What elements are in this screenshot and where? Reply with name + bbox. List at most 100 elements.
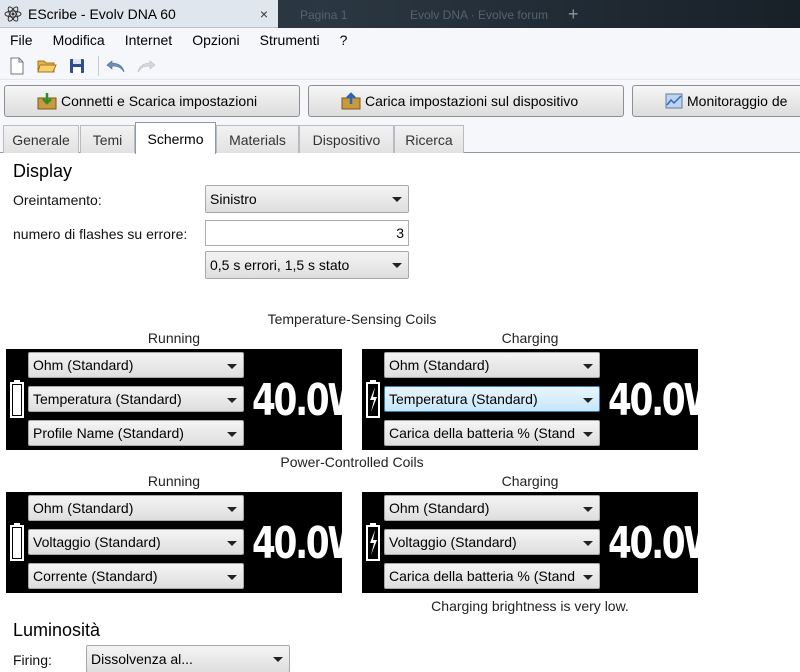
charging-brightness-note: Charging brightness is very low.	[431, 598, 629, 614]
tc-charging-screen: Ohm (Standard) Temperatura (Standard) Ca…	[362, 349, 721, 450]
menu-file[interactable]: File	[0, 32, 43, 48]
pc-charging-row2-select[interactable]: Voltaggio (Standard)	[384, 529, 600, 555]
toolbar	[0, 52, 800, 80]
flash-timing-select[interactable]: 0,5 s errori, 1,5 s stato	[205, 251, 409, 279]
flashes-label: numero di flashes su errore:	[13, 226, 188, 242]
chevron-down-icon	[227, 541, 237, 546]
menu-modifica[interactable]: Modifica	[43, 32, 115, 48]
tc-running-row1-value: Ohm (Standard)	[33, 357, 134, 373]
tab-schermo[interactable]: Schermo	[135, 122, 216, 154]
flash-timing-value: 0,5 s errori, 1,5 s stato	[210, 257, 350, 273]
tc-running-row1-select[interactable]: Ohm (Standard)	[28, 352, 244, 378]
upload-settings-label: Carica impostazioni sul dispositivo	[365, 93, 579, 109]
tc-running-watts: 40.0W	[252, 375, 365, 426]
tc-charging-row1-select[interactable]: Ohm (Standard)	[384, 352, 600, 378]
battery-icon	[10, 380, 24, 418]
brightness-section-title: Luminosità	[13, 620, 101, 640]
tc-running-row3-value: Profile Name (Standard)	[33, 425, 184, 441]
plus-icon: +	[568, 4, 579, 24]
pc-charging-screen: Ohm (Standard) Voltaggio (Standard) Cari…	[362, 492, 721, 593]
window-title: EScribe - Evolv DNA 60	[28, 5, 176, 22]
pc-running-row2-select[interactable]: Voltaggio (Standard)	[28, 529, 244, 555]
monitor-button[interactable]: Monitoraggio de	[632, 85, 800, 117]
title-bar: EScribe - Evolv DNA 60 × Pagina 1 Evolv …	[0, 0, 800, 28]
pc-charging-row3-value: Carica della batteria % (Standard)	[389, 568, 575, 584]
pc-charging-row2-value: Voltaggio (Standard)	[389, 534, 517, 550]
tc-running-row3-select[interactable]: Profile Name (Standard)	[28, 420, 244, 446]
pc-running-row3-value: Corrente (Standard)	[33, 568, 158, 584]
tc-running-row2-value: Temperatura (Standard)	[33, 391, 182, 407]
upload-settings-button[interactable]: Carica impostazioni sul dispositivo	[308, 85, 624, 117]
monitor-icon	[665, 93, 683, 109]
tab-generale[interactable]: Generale	[3, 125, 79, 153]
schermo-panel: Display Oreintamento: Sinistro numero di…	[0, 153, 800, 672]
pc-running-label: Running	[147, 473, 201, 489]
orientation-label: Oreintamento:	[13, 192, 102, 208]
open-folder-icon[interactable]	[34, 54, 60, 78]
pc-coils-title: Power-Controlled Coils	[280, 454, 424, 470]
menu-strumenti[interactable]: Strumenti	[250, 32, 330, 48]
pc-charging-label: Charging	[501, 473, 559, 489]
undo-icon[interactable]	[103, 54, 129, 78]
tab-materials[interactable]: Materials	[216, 125, 299, 153]
pc-running-watts: 40.0W	[252, 518, 365, 569]
chevron-down-icon	[227, 432, 237, 437]
connect-download-button[interactable]: Connetti e Scarica impostazioni	[4, 85, 300, 117]
tc-charging-row2-select[interactable]: Temperatura (Standard)	[384, 386, 600, 412]
pc-running-row2-value: Voltaggio (Standard)	[33, 534, 161, 550]
tc-charging-label: Charging	[501, 330, 559, 346]
save-icon[interactable]	[64, 54, 90, 78]
tc-running-label: Running	[147, 330, 201, 346]
battery-charging-icon	[366, 523, 380, 561]
tc-charging-row3-value: Carica della batteria % (Standard)	[389, 425, 575, 441]
upload-icon	[341, 92, 361, 110]
chevron-down-icon	[583, 432, 593, 437]
tab-dispositivo[interactable]: Dispositivo	[299, 125, 394, 153]
menu-internet[interactable]: Internet	[115, 32, 182, 48]
tab-ricerca[interactable]: Ricerca	[394, 125, 464, 153]
orientation-value: Sinistro	[210, 191, 257, 207]
chevron-down-icon	[583, 541, 593, 546]
chevron-down-icon	[392, 197, 402, 202]
chevron-down-icon	[227, 398, 237, 403]
action-bar: Connetti e Scarica impostazioni Carica i…	[0, 80, 800, 122]
firing-value: Dissolvenza al...	[91, 651, 193, 667]
menu-help[interactable]: ?	[330, 32, 358, 48]
background-tab-2: Evolv DNA · Evolve forum	[410, 8, 549, 22]
tc-charging-row1-value: Ohm (Standard)	[389, 357, 490, 373]
pc-running-screen: Ohm (Standard) Voltaggio (Standard) Corr…	[6, 492, 365, 593]
tc-running-row2-select[interactable]: Temperatura (Standard)	[28, 386, 244, 412]
flashes-input[interactable]: 3	[205, 220, 409, 246]
battery-icon	[10, 523, 24, 561]
tab-temi[interactable]: Temi	[80, 125, 135, 153]
atom-app-icon	[2, 3, 24, 25]
pc-running-row1-select[interactable]: Ohm (Standard)	[28, 495, 244, 521]
background-tab-1: Pagina 1	[300, 8, 348, 22]
toolbar-separator	[98, 55, 99, 76]
tc-charging-row2-value: Temperatura (Standard)	[389, 391, 538, 407]
title-area: EScribe - Evolv DNA 60 ×	[0, 0, 278, 28]
new-file-icon[interactable]	[4, 54, 30, 78]
monitor-label: Monitoraggio de	[687, 93, 788, 109]
tab-strip: Generale Temi Schermo Materials Disposit…	[0, 122, 800, 154]
chevron-down-icon	[227, 575, 237, 580]
firing-select[interactable]: Dissolvenza al...	[86, 645, 290, 672]
pc-running-row3-select[interactable]: Corrente (Standard)	[28, 563, 244, 589]
pc-charging-watts: 40.0W	[608, 518, 721, 569]
menu-opzioni[interactable]: Opzioni	[182, 32, 249, 48]
close-icon[interactable]: ×	[250, 4, 278, 24]
chevron-down-icon	[392, 263, 402, 268]
firing-label: Firing:	[13, 652, 52, 668]
chevron-down-icon	[583, 364, 593, 369]
pc-running-row1-value: Ohm (Standard)	[33, 500, 134, 516]
redo-icon[interactable]	[133, 54, 159, 78]
connect-download-label: Connetti e Scarica impostazioni	[61, 93, 258, 109]
pc-charging-row1-value: Ohm (Standard)	[389, 500, 490, 516]
tc-coils-title: Temperature-Sensing Coils	[267, 311, 437, 327]
pc-charging-row3-select[interactable]: Carica della batteria % (Standard)	[384, 563, 600, 589]
chevron-down-icon	[583, 575, 593, 580]
tc-charging-row3-select[interactable]: Carica della batteria % (Standard)	[384, 420, 600, 446]
orientation-select[interactable]: Sinistro	[205, 185, 409, 213]
chevron-down-icon	[583, 398, 593, 403]
pc-charging-row1-select[interactable]: Ohm (Standard)	[384, 495, 600, 521]
